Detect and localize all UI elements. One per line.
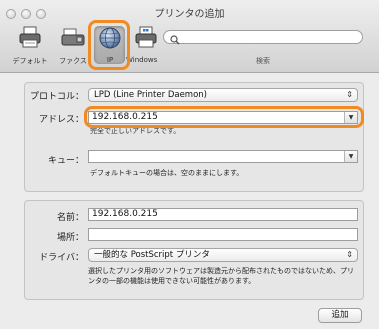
- address-highlight: [84, 106, 364, 128]
- driver-value: 一般的な PostScript プリンタ: [94, 250, 210, 260]
- toolbar-default-label: デフォルト: [12, 57, 48, 65]
- queue-field[interactable]: ▼: [88, 150, 358, 163]
- up-down-arrows-icon: ⇕: [346, 250, 353, 259]
- chevron-down-icon[interactable]: ▼: [344, 151, 357, 162]
- ip-highlight: [88, 20, 130, 70]
- search-label: 検索: [256, 57, 270, 65]
- search-icon: [170, 31, 180, 50]
- driver-note-line1: 選択したプリンタ用のソフトウェアは製造元から配布されたものではないため、プリ: [88, 267, 354, 275]
- printer-icon: [19, 26, 41, 52]
- name-label: 名前：: [56, 213, 84, 223]
- up-down-arrows-icon: ⇕: [346, 90, 353, 99]
- address-label: アドレス：: [38, 115, 84, 125]
- protocol-value: LPD (Line Printer Daemon): [94, 90, 207, 100]
- driver-label: ドライバ：: [39, 253, 84, 263]
- name-value: 192.168.0.215: [92, 209, 158, 219]
- search-field[interactable]: [163, 30, 363, 45]
- queue-hint: デフォルトキューの場合は、空のままにします。: [90, 169, 244, 177]
- queue-label: キュー：: [47, 156, 84, 166]
- toolbar-default[interactable]: デフォルト: [7, 24, 53, 68]
- location-field[interactable]: [88, 228, 358, 241]
- protocol-popup[interactable]: LPD (Line Printer Daemon) ⇕: [88, 88, 358, 102]
- driver-popup[interactable]: 一般的な PostScript プリンタ ⇕: [88, 248, 358, 262]
- windows-printer-icon: [135, 26, 157, 52]
- driver-note-line2: ンタの一部の機能は使用できない可能性があります。: [88, 277, 256, 285]
- window-title: プリンタの追加: [154, 9, 225, 20]
- add-button[interactable]: 追加: [318, 308, 362, 323]
- add-printer-window: プリンタの追加 デフォルト ファクス IP Windows 検索 プロトコル： …: [0, 0, 379, 329]
- name-field[interactable]: 192.168.0.215: [88, 208, 358, 221]
- fax-icon: [61, 26, 85, 52]
- location-label: 場所：: [56, 233, 84, 243]
- protocol-label: プロトコル：: [30, 92, 85, 102]
- titlebar: プリンタの追加 デフォルト ファクス IP Windows 検索: [0, 0, 379, 73]
